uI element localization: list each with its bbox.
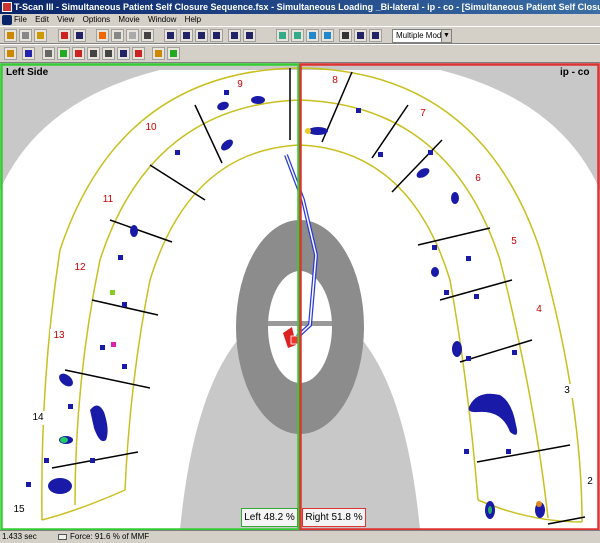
tooth-number-10: 10 xyxy=(142,121,160,135)
tooth-number-6: 6 xyxy=(471,172,485,186)
help-icon[interactable] xyxy=(369,29,382,42)
menu-bar: File Edit View Options Movie Window Help xyxy=(0,14,600,26)
menu-options[interactable]: Options xyxy=(83,15,111,24)
record-icon[interactable] xyxy=(141,29,154,42)
menu-movie[interactable]: Movie xyxy=(118,15,139,24)
mode-select[interactable]: Multiple Mode ▼ xyxy=(392,29,452,43)
menu-help[interactable]: Help xyxy=(185,15,201,24)
menu-view[interactable]: View xyxy=(57,15,74,24)
clock-icon[interactable] xyxy=(354,29,367,42)
diamond-icon[interactable] xyxy=(72,47,85,60)
hand-icon[interactable] xyxy=(111,29,124,42)
left-percent-box: Left 48.2 % xyxy=(241,508,298,527)
cup-icon[interactable] xyxy=(276,29,289,42)
window-title: T-Scan III - Simultaneous Patient Self C… xyxy=(14,2,600,12)
sync-icon[interactable] xyxy=(167,47,180,60)
step-back-icon[interactable] xyxy=(195,29,208,42)
force-meter-icon xyxy=(58,534,67,540)
time-readout: 1.433 sec xyxy=(2,532,37,541)
tooth-number-4: 4 xyxy=(532,303,546,317)
ma-icon[interactable] xyxy=(57,47,70,60)
chevron-down-icon: ▼ xyxy=(441,30,451,42)
right-percent-box: Right 51.8 % xyxy=(302,508,366,527)
camera-icon[interactable] xyxy=(339,29,352,42)
right-side-label: ip - co xyxy=(560,67,590,78)
swap-icon[interactable] xyxy=(22,47,35,60)
legend-icon[interactable] xyxy=(152,47,165,60)
new-recording-icon[interactable] xyxy=(4,29,17,42)
tooth-number-12: 12 xyxy=(71,261,89,275)
menu-file[interactable]: File xyxy=(14,15,27,24)
grid-icon[interactable] xyxy=(102,47,115,60)
trend-icon[interactable] xyxy=(321,29,334,42)
force-readout: Force: 91.6 % of MMF xyxy=(58,531,149,543)
tooth-number-3: 3 xyxy=(560,384,574,398)
tooth-number-9: 9 xyxy=(233,78,247,92)
tooth-number-15: 15 xyxy=(10,503,28,517)
main-toolbar: Multiple Mode ▼ xyxy=(0,26,600,44)
tooth-number-11: 11 xyxy=(99,193,117,207)
mode-select-value: Multiple Mode xyxy=(396,31,446,40)
edit-icon[interactable] xyxy=(4,47,17,60)
contour-icon[interactable] xyxy=(132,47,145,60)
tooth-number-5: 5 xyxy=(507,235,521,249)
menu-edit[interactable]: Edit xyxy=(35,15,49,24)
rewind-icon[interactable] xyxy=(164,29,177,42)
sensor-icon[interactable] xyxy=(96,29,109,42)
document-icon[interactable] xyxy=(2,15,12,25)
delete-icon[interactable] xyxy=(58,29,71,42)
view-toolbar xyxy=(0,44,600,63)
tooth-number-2: 2 xyxy=(584,475,596,489)
save-icon[interactable] xyxy=(73,29,86,42)
open-icon[interactable] xyxy=(19,29,32,42)
tscan-window: { "window": { "title": "T-Scan III - Sim… xyxy=(0,0,600,543)
left-side-label: Left Side xyxy=(6,67,49,78)
graph-icon[interactable] xyxy=(291,29,304,42)
status-bar: 1.433 sec Force: 91.6 % of MMF xyxy=(0,530,600,543)
play-icon[interactable] xyxy=(228,29,241,42)
tooth-number-13: 13 xyxy=(50,329,68,343)
force-readout-text: Force: 91.6 % of MMF xyxy=(70,532,150,541)
frame-icon[interactable] xyxy=(42,47,55,60)
menu-window[interactable]: Window xyxy=(148,15,176,24)
tooth-number-8: 8 xyxy=(328,74,342,88)
app-icon xyxy=(2,2,12,12)
first-frame-icon[interactable] xyxy=(180,29,193,42)
tooth-number-7: 7 xyxy=(416,107,430,121)
title-bar: T-Scan III - Simultaneous Patient Self C… xyxy=(0,0,600,14)
force-view[interactable]: Left Side ip - co Left 48.2 % Right 51.8… xyxy=(0,63,600,531)
bars-icon[interactable] xyxy=(117,47,130,60)
loop-icon[interactable] xyxy=(243,29,256,42)
patient-icon[interactable] xyxy=(34,29,47,42)
arch-diagram xyxy=(0,63,600,531)
pause-icon[interactable] xyxy=(126,29,139,42)
percent-icon[interactable] xyxy=(87,47,100,60)
tooth-number-14: 14 xyxy=(29,411,47,425)
step-forward-icon[interactable] xyxy=(210,29,223,42)
chart-icon[interactable] xyxy=(306,29,319,42)
